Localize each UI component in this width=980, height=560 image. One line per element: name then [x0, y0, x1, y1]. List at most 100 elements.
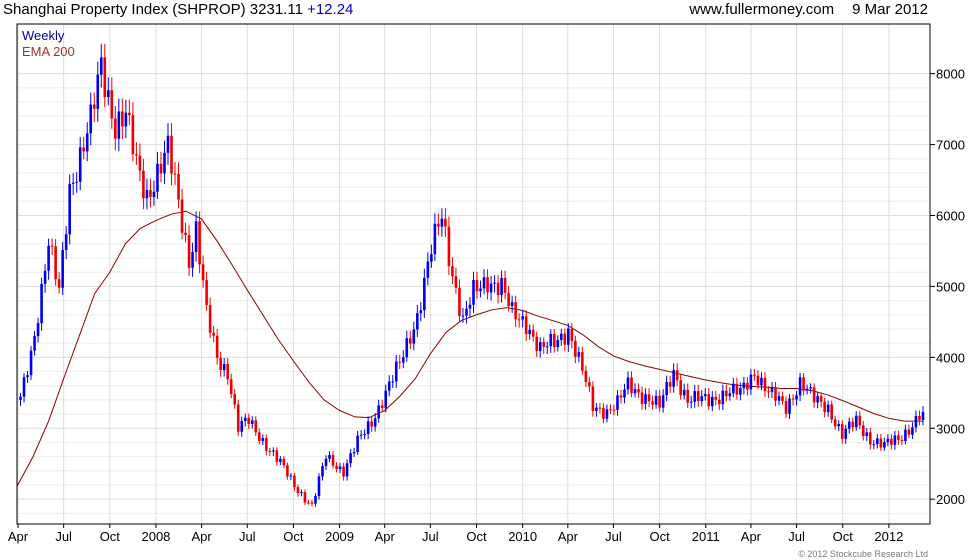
- candle-body: [798, 377, 802, 396]
- candle-body: [300, 492, 303, 494]
- candle-body: [479, 288, 482, 292]
- candle-body: [416, 313, 419, 330]
- candle-body: [879, 438, 883, 448]
- candle-body: [64, 234, 68, 250]
- candle-body: [191, 251, 194, 268]
- candle-body: [324, 458, 328, 467]
- candle-body: [89, 104, 93, 134]
- y-tick-label: 8000: [936, 67, 965, 82]
- candle-body: [282, 458, 286, 466]
- candle-body: [159, 163, 163, 174]
- candle-body: [559, 333, 563, 341]
- candle-body: [419, 310, 423, 314]
- candle-body: [619, 395, 623, 398]
- candle-body: [486, 277, 489, 293]
- candle-body: [728, 393, 732, 397]
- candle-body: [598, 407, 602, 409]
- candle-body: [489, 283, 493, 293]
- candle-body: [321, 466, 324, 477]
- candle-body: [549, 333, 553, 347]
- candle-body: [556, 340, 560, 348]
- candle-body: [633, 389, 637, 394]
- candle-body: [535, 336, 539, 351]
- candle-body: [247, 417, 251, 424]
- candle-body: [78, 147, 82, 182]
- candle-body: [707, 394, 711, 407]
- candle-body: [356, 435, 359, 453]
- candle-body: [665, 382, 668, 396]
- x-tick-label: 2010: [508, 529, 537, 544]
- candle-body: [426, 261, 430, 278]
- legend-weekly: Weekly: [22, 28, 65, 43]
- candle-body: [840, 424, 844, 439]
- candle-body: [205, 280, 208, 306]
- candle-body: [693, 391, 697, 402]
- candle-body: [359, 434, 363, 436]
- candle-body: [521, 316, 524, 320]
- candle-body: [261, 438, 265, 441]
- candle-body: [370, 421, 373, 427]
- candle-body: [131, 115, 135, 155]
- candle-body: [437, 223, 440, 227]
- candle-body: [19, 396, 22, 400]
- candle-body: [33, 336, 36, 351]
- candle-body: [826, 404, 830, 413]
- candle-body: [703, 394, 707, 397]
- candle-body: [637, 389, 640, 393]
- candle-body: [345, 463, 349, 477]
- candle-body: [700, 396, 704, 402]
- candle-body: [735, 383, 739, 395]
- candle-body: [791, 398, 795, 400]
- candle-body: [338, 466, 342, 469]
- candle-body: [268, 450, 272, 452]
- candle-body: [275, 450, 279, 462]
- candle-body: [760, 377, 763, 386]
- candle-body: [226, 363, 229, 380]
- candle-body: [222, 363, 226, 371]
- candle-body: [823, 401, 826, 413]
- candle-body: [194, 221, 198, 252]
- candle-body: [661, 395, 665, 408]
- candle-body: [686, 389, 690, 403]
- x-tick-label: Apr: [8, 529, 29, 544]
- x-tick-label: Jul: [605, 529, 622, 544]
- candle-body: [742, 382, 746, 389]
- candle-body: [433, 223, 437, 255]
- candle-body: [563, 333, 567, 345]
- candle-body: [68, 183, 71, 235]
- candle-body: [746, 382, 749, 390]
- candle-body: [890, 438, 893, 445]
- x-tick-label: Apr: [558, 529, 579, 544]
- candle-body: [440, 218, 444, 227]
- candle-body: [423, 277, 426, 311]
- candle-body: [921, 411, 925, 420]
- candle-body: [114, 118, 117, 139]
- candle-body: [254, 420, 258, 433]
- candle-body: [756, 375, 760, 386]
- candle-body: [170, 135, 173, 174]
- candle-body: [623, 389, 626, 398]
- candle-body: [595, 407, 598, 412]
- candle-body: [405, 338, 409, 358]
- candle-body: [732, 383, 735, 394]
- candle-body: [398, 361, 402, 363]
- candle-body: [233, 394, 237, 405]
- candle-body: [500, 277, 503, 296]
- candle-body: [128, 112, 131, 116]
- candle-body: [391, 381, 395, 383]
- candle-body: [844, 428, 848, 439]
- y-tick-label: 5000: [936, 279, 965, 294]
- candle-body: [279, 458, 282, 462]
- candle-body: [542, 342, 546, 347]
- candle-body: [461, 315, 465, 317]
- candle-body: [475, 279, 479, 292]
- candle-body: [342, 466, 345, 477]
- candle-body: [658, 395, 661, 408]
- candle-body: [865, 432, 869, 437]
- candle-body: [819, 396, 823, 402]
- candle-body: [444, 218, 447, 227]
- x-tick-label: 2008: [141, 529, 170, 544]
- candle-body: [710, 396, 714, 407]
- candle-body: [310, 502, 314, 504]
- legend-ema: EMA 200: [22, 44, 75, 59]
